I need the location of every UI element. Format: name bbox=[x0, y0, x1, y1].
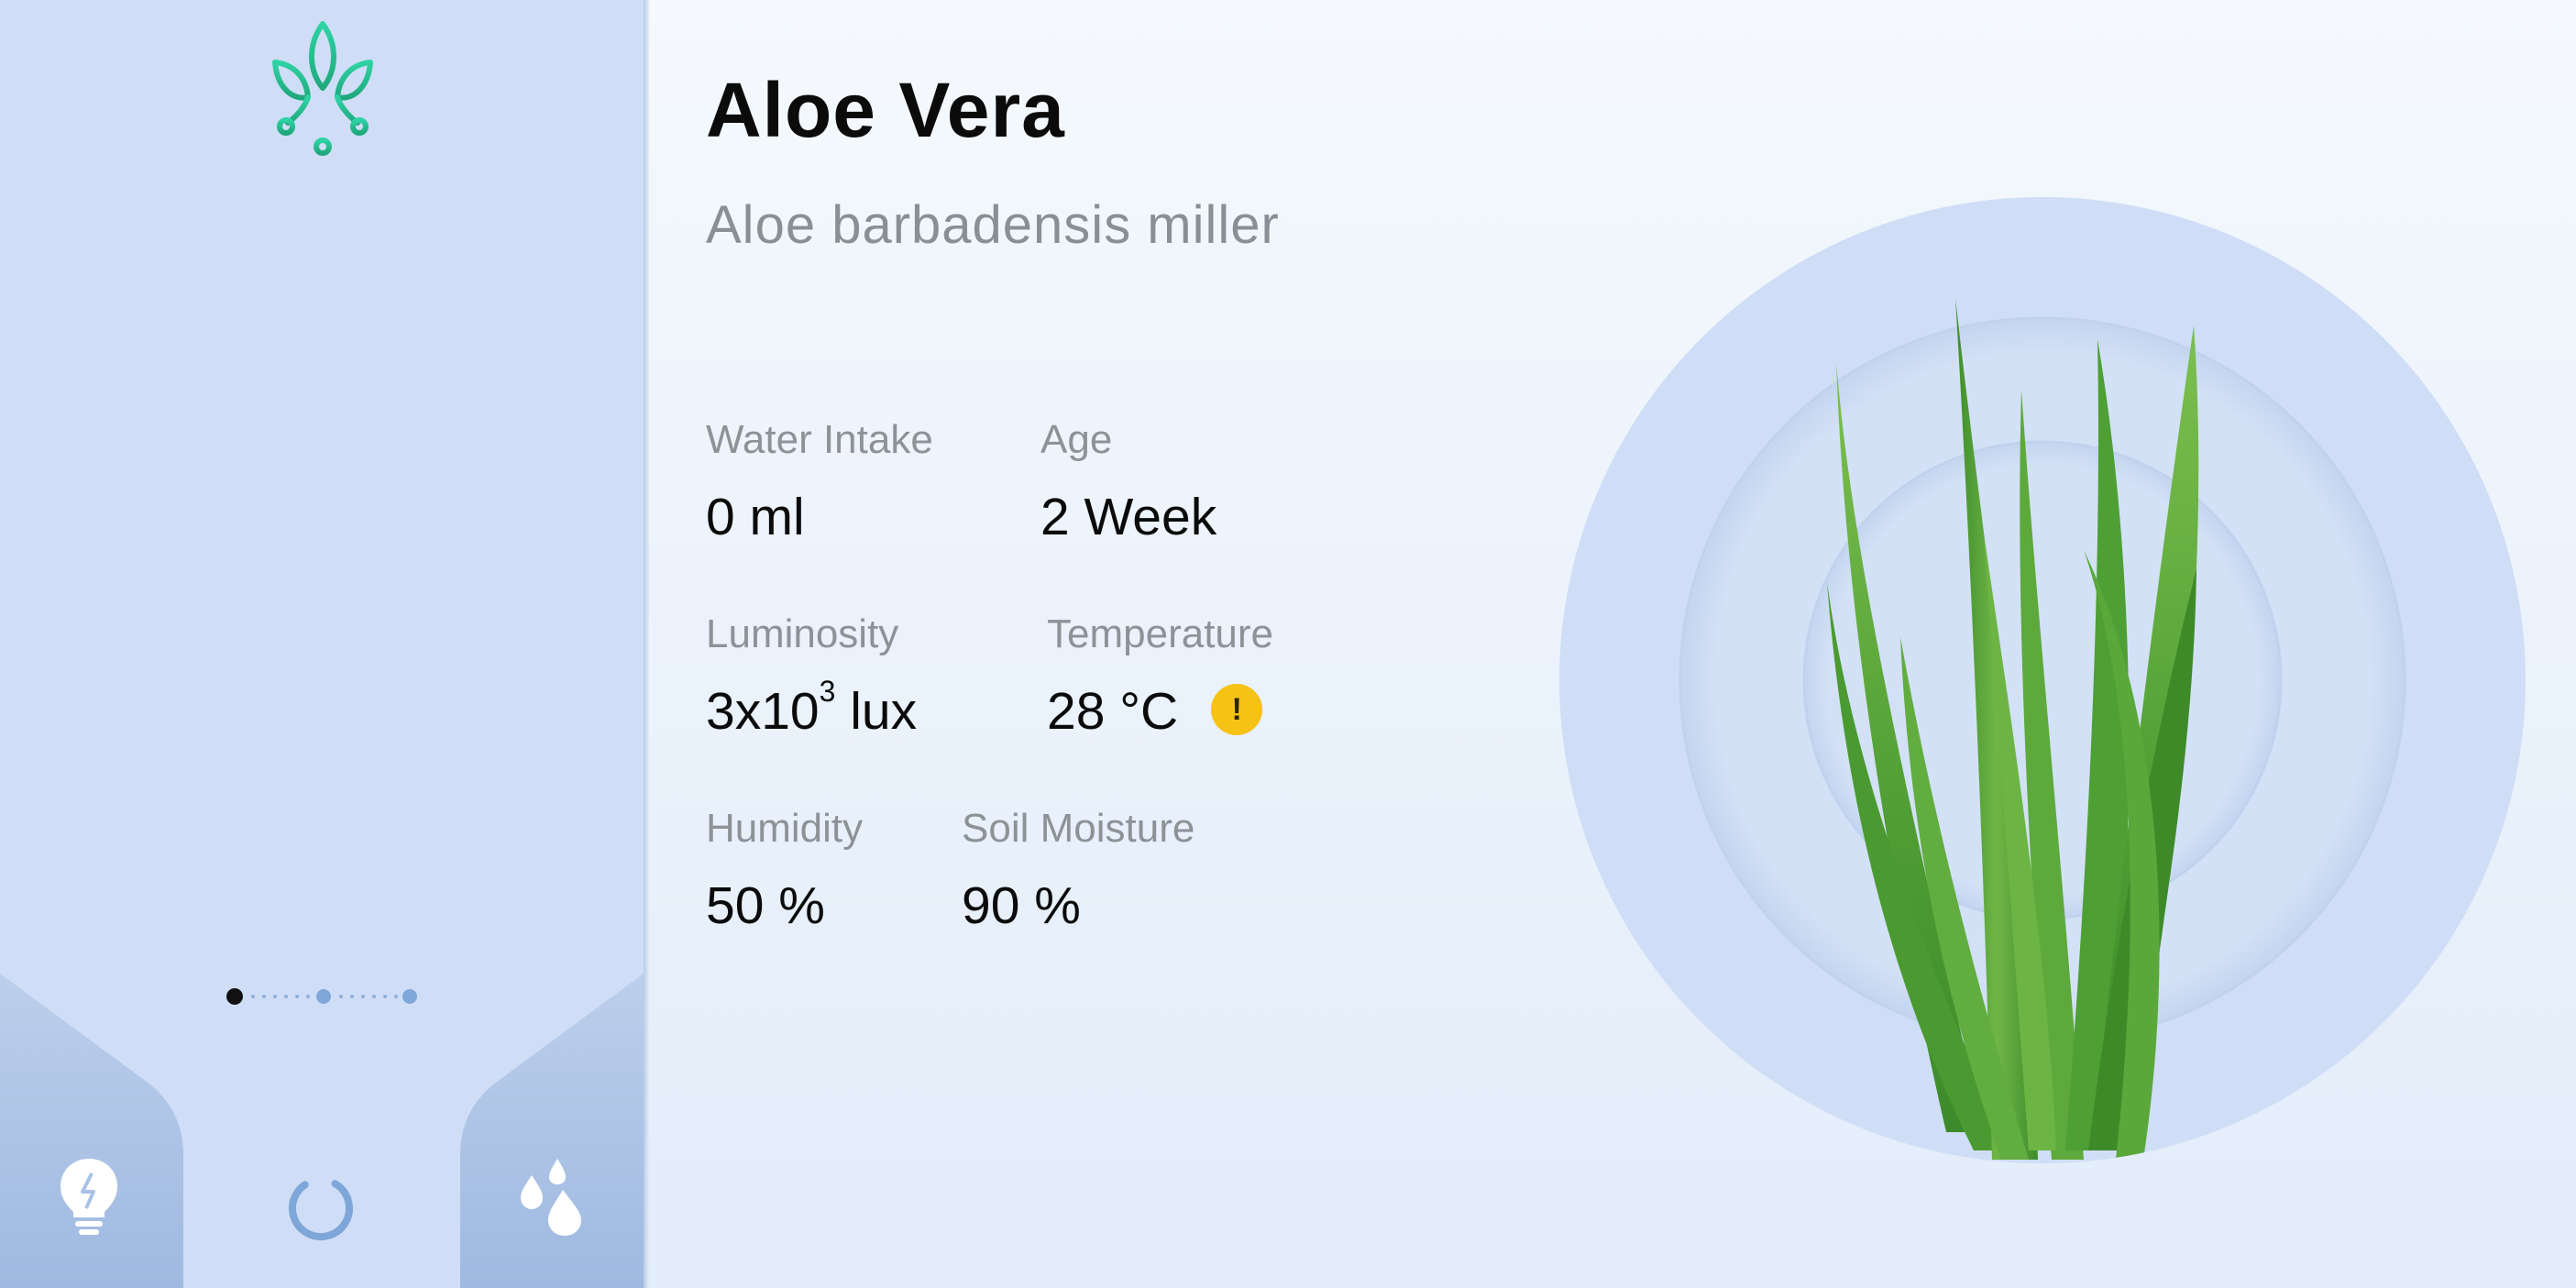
stat-value: 3x103 lux bbox=[706, 677, 917, 738]
plant-name: Aloe Vera bbox=[706, 67, 1065, 153]
stat-value: 28 °C! bbox=[1047, 683, 1273, 741]
luminosity-base: 3x10 bbox=[706, 682, 820, 741]
stat-water-intake: Water Intake 0 ml bbox=[706, 420, 933, 544]
stat-value: 50 % bbox=[706, 876, 825, 935]
page-dot-1 bbox=[226, 988, 243, 1005]
sidebar-bottom-shapes bbox=[0, 974, 644, 1288]
stat-soil-moisture: Soil Moisture 90 % bbox=[962, 809, 1194, 932]
luminosity-unit: lux bbox=[835, 682, 918, 741]
stat-label: Water Intake bbox=[706, 417, 933, 462]
temperature-value: 28 °C bbox=[1047, 682, 1179, 741]
water-drops-icon[interactable] bbox=[517, 1157, 587, 1238]
stat-value: 2 Week bbox=[1040, 488, 1217, 546]
plant-detail-panel: Aloe Vera Aloe barbadensis miller Water … bbox=[649, 0, 2576, 1288]
stat-label: Soil Moisture bbox=[962, 806, 1195, 851]
luminosity-exponent: 3 bbox=[819, 675, 836, 708]
lightbulb-icon[interactable] bbox=[57, 1157, 121, 1236]
progress-ring-icon[interactable] bbox=[284, 1172, 358, 1245]
stat-luminosity: Luminosity 3x103 lux bbox=[706, 614, 917, 738]
stat-label: Humidity bbox=[706, 806, 864, 851]
stat-value: 90 % bbox=[962, 876, 1081, 935]
stat-age: Age 2 Week bbox=[1040, 420, 1216, 544]
warning-icon[interactable]: ! bbox=[1211, 683, 1263, 735]
stat-label: Age bbox=[1040, 417, 1113, 462]
page-dot-2 bbox=[316, 989, 331, 1004]
page-indicator[interactable] bbox=[220, 981, 422, 1012]
stat-label: Luminosity bbox=[706, 611, 899, 656]
stat-humidity: Humidity 50 % bbox=[706, 809, 863, 932]
page-dot-3 bbox=[402, 989, 417, 1004]
stat-label: Temperature bbox=[1047, 611, 1274, 656]
stat-value: 0 ml bbox=[706, 488, 805, 546]
stat-temperature: Temperature 28 °C! bbox=[1047, 614, 1273, 741]
plant-image bbox=[1559, 197, 2526, 1163]
plant-scientific-name: Aloe barbadensis miller bbox=[706, 195, 1280, 255]
sidebar bbox=[0, 0, 644, 1288]
